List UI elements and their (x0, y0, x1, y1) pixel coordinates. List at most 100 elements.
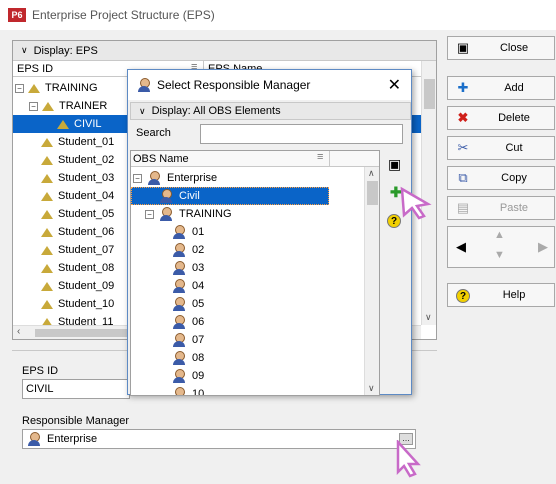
obs-row[interactable]: 09 (171, 367, 204, 385)
cut-label: Cut (505, 142, 523, 154)
eps-node-icon (28, 83, 40, 93)
column-divider[interactable] (329, 151, 330, 167)
eps-node-icon (42, 101, 54, 111)
arrow-down-icon[interactable]: ▼ (494, 249, 505, 261)
add-button[interactable]: ✚ Add (447, 76, 555, 100)
tree-row-label: TRAINER (59, 100, 108, 112)
obs-row[interactable]: 02 (171, 241, 204, 259)
tree-row-label: Student_07 (58, 244, 115, 256)
responsible-manager-value: Enterprise (47, 433, 98, 445)
dialog-display-label: Display: All OBS Elements (151, 105, 281, 117)
obs-column-header: OBS Name ≡ (131, 151, 379, 167)
arrow-right-icon[interactable]: ▶ (538, 239, 548, 255)
arrow-up-icon[interactable]: ▲ (494, 229, 505, 241)
close-icon[interactable]: ✕ (388, 75, 401, 95)
scroll-thumb[interactable] (367, 181, 378, 205)
column-obs-name[interactable]: OBS Name (133, 153, 189, 165)
obs-row[interactable]: 05 (171, 295, 204, 313)
scissors-icon: ✂ (457, 140, 469, 155)
delete-label: Delete (498, 112, 530, 124)
search-input[interactable] (200, 124, 403, 144)
close-button[interactable]: ▣ Close (447, 36, 555, 60)
scroll-left-icon[interactable]: ‹ (17, 326, 20, 337)
collapse-icon[interactable]: − (15, 83, 24, 93)
obs-person-icon (171, 278, 187, 294)
obs-person-icon (171, 260, 187, 276)
close-window-icon: ▣ (456, 40, 470, 55)
copy-button[interactable]: ⧉ Copy (447, 166, 555, 190)
paste-button[interactable]: ▤ Paste (447, 196, 555, 220)
obs-person-icon (171, 386, 187, 395)
obs-person-icon (146, 170, 162, 186)
collapse-icon[interactable]: − (29, 101, 38, 111)
obs-tree-panel: OBS Name ≡ − Enterprise Civil − TRAINING… (130, 150, 380, 396)
eps-node-icon (41, 245, 53, 255)
tree-row-label: Student_08 (58, 262, 115, 274)
help-button[interactable]: ? Help (447, 283, 555, 307)
scroll-up-icon[interactable]: ∧ (368, 168, 375, 179)
delete-button[interactable]: ✖ Delete (447, 106, 555, 130)
eps-node-icon (41, 155, 53, 165)
obs-row[interactable]: 10 (171, 385, 204, 395)
eps-display-bar[interactable]: ∨ Display: EPS (13, 41, 436, 61)
tree-row[interactable]: Student_04 (41, 187, 114, 205)
scroll-thumb[interactable] (35, 329, 135, 337)
tree-row-label: Student_04 (58, 190, 115, 202)
obs-person-icon (171, 224, 187, 240)
tree-row[interactable]: Student_07 (41, 241, 114, 259)
help-label: Help (502, 289, 526, 301)
obs-person-icon (171, 242, 187, 258)
obs-row-training[interactable]: − TRAINING (145, 205, 232, 223)
tree-row-label: Student_05 (58, 208, 115, 220)
eps-id-label: EPS ID (22, 365, 59, 377)
responsible-manager-label: Responsible Manager (22, 415, 130, 427)
collapse-icon[interactable]: − (133, 173, 142, 183)
dialog-display-bar[interactable]: ∨ Display: All OBS Elements (130, 102, 411, 120)
eps-node-icon (41, 137, 53, 147)
arrow-left-icon[interactable]: ◀ (456, 239, 466, 255)
tree-row[interactable]: Student_08 (41, 259, 114, 277)
obs-row-enterprise[interactable]: − Enterprise (133, 169, 217, 187)
tree-row[interactable]: Student_01 (41, 133, 114, 151)
obs-row[interactable]: 06 (171, 313, 204, 331)
tree-row[interactable]: Student_09 (41, 277, 114, 295)
tree-row-trainer[interactable]: − TRAINER (29, 97, 107, 115)
tree-row[interactable]: Student_10 (41, 295, 114, 313)
responsible-manager-field[interactable]: Enterprise … (22, 429, 416, 449)
scroll-thumb[interactable] (424, 79, 435, 109)
tree-row[interactable]: Student_05 (41, 205, 114, 223)
paste-icon: ▤ (456, 200, 470, 215)
tree-row-label: Student_03 (58, 172, 115, 184)
scroll-down-icon[interactable]: ∨ (425, 312, 432, 323)
tree-row[interactable]: Student_11 (41, 313, 113, 325)
tree-row-label: Student_01 (58, 136, 115, 148)
obs-row[interactable]: 08 (171, 349, 204, 367)
eps-node-icon (41, 281, 53, 291)
obs-vertical-scrollbar[interactable]: ∧ ∨ (364, 167, 379, 395)
obs-person-icon (158, 206, 174, 222)
obs-person-icon (171, 296, 187, 312)
obs-row[interactable]: 01 (171, 223, 204, 241)
eps-node-icon (41, 299, 53, 309)
obs-row-label: 05 (192, 298, 205, 310)
tree-row[interactable]: Student_02 (41, 151, 114, 169)
tree-row[interactable]: Student_06 (41, 223, 114, 241)
obs-person-icon (171, 314, 187, 330)
obs-row[interactable]: 04 (171, 277, 204, 295)
obs-row-label: 07 (192, 334, 205, 346)
cut-button[interactable]: ✂ Cut (447, 136, 555, 160)
collapse-icon[interactable]: − (145, 209, 154, 219)
mouse-cursor-icon (396, 440, 421, 478)
column-eps-id[interactable]: EPS ID (17, 63, 53, 75)
tree-row[interactable]: Student_03 (41, 169, 114, 187)
obs-row-civil-selected[interactable]: Civil (131, 187, 329, 205)
dialog-close-icon[interactable]: ▣ (388, 156, 401, 173)
copy-icon: ⧉ (458, 170, 468, 185)
scroll-down-icon[interactable]: ∨ (368, 383, 375, 394)
obs-row[interactable]: 07 (171, 331, 204, 349)
obs-row[interactable]: 03 (171, 259, 204, 277)
tree-row-training[interactable]: − TRAINING (15, 79, 98, 97)
obs-row-label: 06 (192, 316, 205, 328)
app-logo: P6 (8, 8, 26, 22)
eps-id-field[interactable]: CIVIL (22, 379, 130, 399)
